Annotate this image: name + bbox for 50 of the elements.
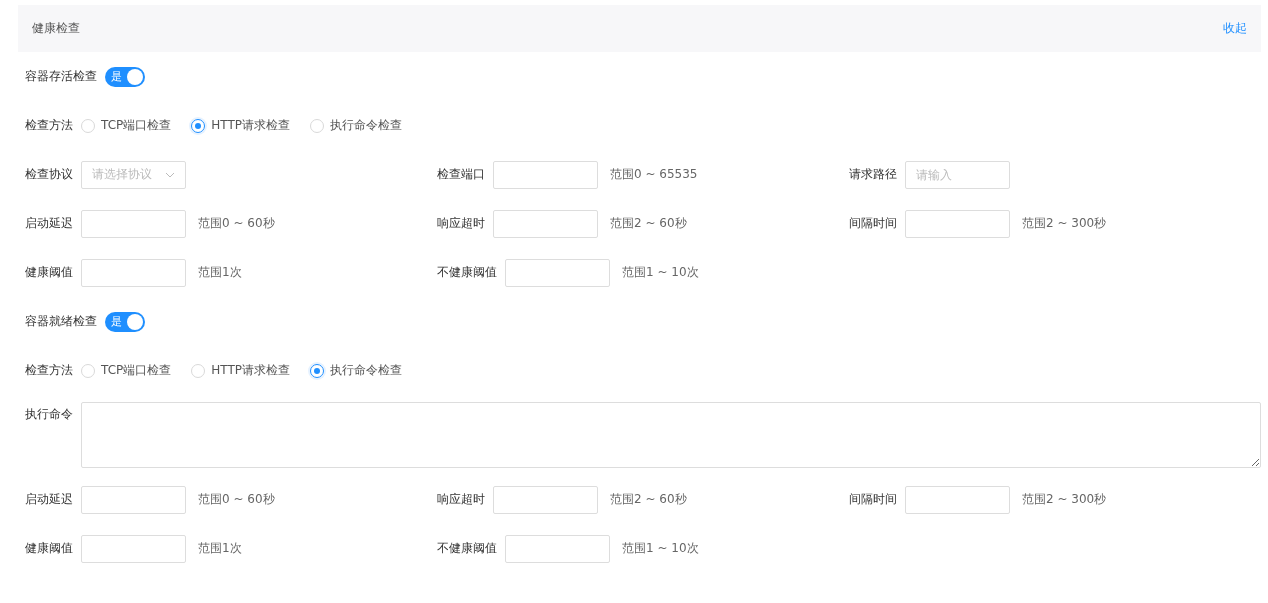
input-field[interactable]: 请输入 — [905, 160, 1010, 189]
toggle-label: 容器存活检查 — [25, 68, 97, 85]
section-title: 健康检查 — [32, 20, 80, 37]
radio-option[interactable]: 执行命令检查 — [309, 362, 402, 379]
field-label: 请求路径 — [849, 166, 897, 183]
field-label: 健康阈值 — [25, 540, 73, 557]
input-field[interactable] — [505, 258, 610, 287]
field-label: 检查方法 — [25, 362, 73, 379]
range-hint: 范围1次 — [198, 264, 242, 281]
field-label: 检查方法 — [25, 117, 73, 134]
field-label: 健康阈值 — [25, 264, 73, 281]
chevron-down-icon — [165, 171, 175, 178]
field-label: 检查协议 — [25, 166, 73, 183]
field-label: 响应超时 — [437, 215, 485, 232]
range-hint: 范围0 ~ 65535 — [610, 166, 698, 183]
field-label: 执行命令 — [25, 406, 73, 423]
range-hint: 范围0 ~ 60秒 — [198, 215, 275, 232]
radio-option[interactable]: HTTP请求检查 — [191, 362, 290, 379]
radio-option[interactable]: TCP端口检查 — [81, 362, 172, 379]
range-hint: 范围2 ~ 60秒 — [610, 215, 687, 232]
input-field[interactable] — [505, 534, 610, 563]
range-hint: 范围1次 — [198, 540, 242, 557]
command-textarea[interactable] — [81, 402, 1261, 468]
input-field[interactable] — [81, 258, 186, 287]
field-label: 启动延迟 — [25, 215, 73, 232]
input-field[interactable] — [493, 209, 598, 238]
range-hint: 范围1 ~ 10次 — [622, 264, 699, 281]
range-hint: 范围1 ~ 10次 — [622, 540, 699, 557]
radio-option[interactable]: 执行命令检查 — [309, 117, 402, 134]
input-field[interactable] — [905, 209, 1010, 238]
input-field[interactable] — [493, 160, 598, 189]
range-hint: 范围2 ~ 300秒 — [1022, 491, 1107, 508]
field-label: 检查端口 — [437, 166, 485, 183]
field-label: 不健康阈值 — [437, 264, 497, 281]
field-label: 启动延迟 — [25, 491, 73, 508]
range-hint: 范围2 ~ 60秒 — [610, 491, 687, 508]
input-field[interactable] — [905, 485, 1010, 514]
input-field[interactable] — [81, 534, 186, 563]
field-label: 响应超时 — [437, 491, 485, 508]
field-label: 不健康阈值 — [437, 540, 497, 557]
input-field[interactable] — [81, 209, 186, 238]
input-field[interactable] — [493, 485, 598, 514]
range-hint: 范围2 ~ 300秒 — [1022, 215, 1107, 232]
radio-option[interactable]: TCP端口检查 — [81, 117, 172, 134]
range-hint: 范围0 ~ 60秒 — [198, 491, 275, 508]
toggle-label: 容器就绪检查 — [25, 313, 97, 330]
field-label: 间隔时间 — [849, 215, 897, 232]
field-label: 间隔时间 — [849, 491, 897, 508]
input-field[interactable] — [81, 485, 186, 514]
radio-option[interactable]: HTTP请求检查 — [191, 117, 290, 134]
